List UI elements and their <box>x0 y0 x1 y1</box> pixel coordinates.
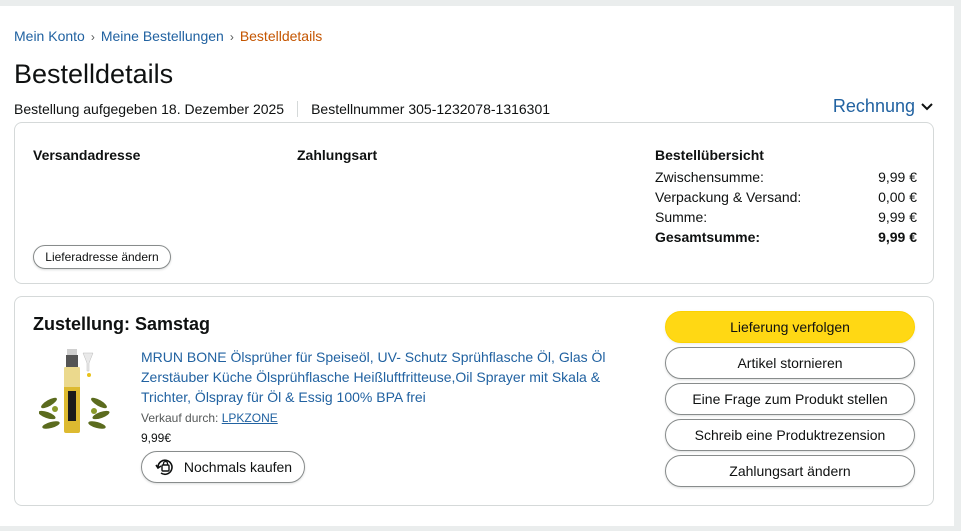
order-meta: Bestellung aufgegeben 18. Dezember 2025 … <box>14 101 550 117</box>
summary-value: 9,99 € <box>878 209 917 225</box>
summary-row: Verpackung & Versand: 0,00 € <box>655 187 917 207</box>
order-details-page: Mein Konto › Meine Bestellungen › Bestelldet… <box>0 6 954 526</box>
track-delivery-button[interactable]: Lieferung verfolgen <box>665 311 915 343</box>
summary-label: Gesamtsumme: <box>655 229 761 245</box>
summary-total-row: Gesamtsumme: 9,99 € <box>655 227 917 247</box>
summary-value: 9,99 € <box>878 169 917 185</box>
change-payment-button[interactable]: Zahlungsart ändern <box>665 455 915 487</box>
breadcrumb-mein-konto[interactable]: Mein Konto <box>14 28 85 44</box>
seller-info: Verkauf durch: LPKZONE <box>141 411 278 425</box>
seller-link[interactable]: LPKZONE <box>222 411 278 425</box>
breadcrumb: Mein Konto › Meine Bestellungen › Bestelldet… <box>14 28 322 44</box>
cancel-item-button[interactable]: Artikel stornieren <box>665 347 915 379</box>
order-summary-heading: Bestellübersicht <box>655 147 764 163</box>
breadcrumb-current: Bestelldetails <box>239 28 323 44</box>
summary-value: 9,99 € <box>878 229 917 245</box>
buy-again-button[interactable]: Nochmals kaufen <box>141 451 305 483</box>
product-title-link[interactable]: MRUN BONE Ölsprüher für Speiseöl, UV- Sc… <box>141 347 621 407</box>
invoice-label: Rechnung <box>832 96 915 116</box>
order-number: Bestellnummer 305-1232078-1316301 <box>311 101 551 117</box>
ask-product-question-button[interactable]: Eine Frage zum Produkt stellen <box>665 383 915 415</box>
payment-method-heading: Zahlungsart <box>297 147 378 163</box>
summary-value: 0,00 € <box>878 189 917 205</box>
buy-again-icon <box>155 459 173 476</box>
meta-divider <box>297 101 299 117</box>
seller-prefix: Verkauf durch: <box>141 411 219 425</box>
breadcrumb-separator: › <box>90 30 95 44</box>
summary-label: Verpackung & Versand: <box>655 189 802 205</box>
buy-again-label: Nochmals kaufen <box>183 459 293 475</box>
shipping-address-heading: Versandadresse <box>33 147 141 163</box>
order-info-box: Versandadresse Zahlungsart Bestellübersi… <box>14 122 934 284</box>
change-address-button[interactable]: Lieferadresse ändern <box>33 245 171 269</box>
breadcrumb-separator: › <box>229 30 234 44</box>
summary-row: Zwischensumme: 9,99 € <box>655 167 917 187</box>
delivery-status-title: Zustellung: Samstag <box>33 314 211 334</box>
chevron-down-icon <box>921 102 933 110</box>
breadcrumb-meine-bestellungen[interactable]: Meine Bestellungen <box>101 28 224 44</box>
summary-label: Zwischensumme: <box>655 169 764 185</box>
summary-row: Summe: 9,99 € <box>655 207 917 227</box>
product-image[interactable] <box>39 345 111 441</box>
item-price: 9,99€ <box>141 431 172 445</box>
write-review-button[interactable]: Schreib eine Produktrezension <box>665 419 915 451</box>
order-date: Bestellung aufgegeben 18. Dezember 2025 <box>14 101 285 117</box>
invoice-dropdown[interactable]: Rechnung <box>833 96 933 117</box>
summary-label: Summe: <box>655 209 708 225</box>
page-title: Bestelldetails <box>14 59 174 89</box>
shipment-box: Zustellung: Samstag MRUN BONE Ölsprüher … <box>14 296 934 506</box>
order-summary: Zwischensumme: 9,99 € Verpackung & Versa… <box>655 167 917 247</box>
